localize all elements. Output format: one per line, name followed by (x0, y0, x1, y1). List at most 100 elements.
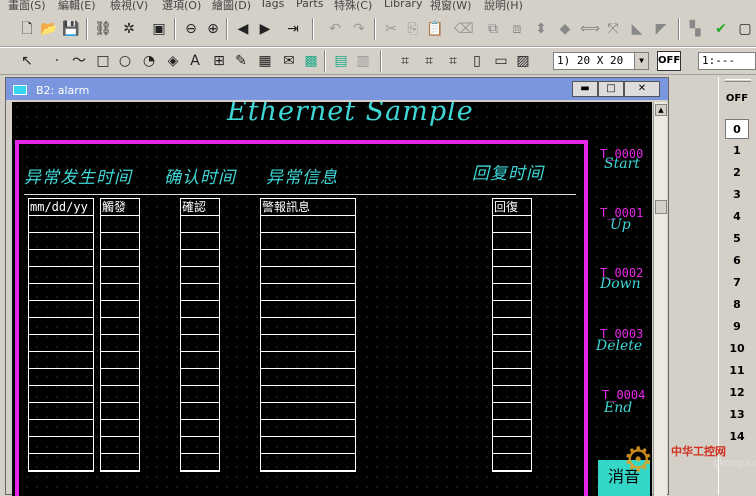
scroll-thumb[interactable] (655, 200, 667, 214)
window-icon[interactable]: ▢ (736, 20, 754, 38)
state-item[interactable]: 9 (725, 317, 749, 337)
object-data-icon[interactable]: ⌗ (444, 52, 462, 70)
copy-icon[interactable]: ⎘ (404, 20, 422, 38)
ratio-select[interactable]: 1:--- (698, 52, 756, 70)
end-button[interactable]: End (604, 400, 632, 416)
menu-tags[interactable]: Tags (260, 0, 284, 10)
zoom-out-icon[interactable]: ⊖ (182, 20, 200, 38)
menu-help[interactable]: 說明(H) (484, 0, 523, 13)
column-message[interactable]: 警報訊息 (260, 198, 356, 472)
zoom-in-icon[interactable]: ⊕ (204, 20, 222, 38)
column-confirm[interactable]: 確認 (180, 198, 220, 472)
object-image-icon[interactable]: ▨ (514, 52, 532, 70)
bring-front-icon[interactable]: ◣ (628, 20, 646, 38)
state-item[interactable]: 4 (725, 207, 749, 227)
menu-screen[interactable]: 畫面(S) (8, 0, 46, 13)
fill-icon[interactable]: ◈ (164, 52, 182, 70)
distribute-icon[interactable]: ⟺ (580, 20, 600, 38)
menu-parts[interactable]: Parts (296, 0, 323, 10)
state-item[interactable]: 13 (725, 405, 749, 425)
dot-icon[interactable]: · (48, 52, 66, 70)
screen-heading: Ethernet Sample (227, 102, 474, 127)
column-trigger[interactable]: 觸發 (100, 198, 140, 472)
state-item[interactable]: 10 (725, 339, 749, 359)
toolbar-separator (324, 50, 326, 72)
menu-special[interactable]: 特殊(C) (334, 0, 372, 13)
menu-view[interactable]: 檢視(V) (110, 0, 148, 13)
exit-icon[interactable]: ⇥ (284, 20, 302, 38)
send-back-icon[interactable]: ◤ (652, 20, 670, 38)
group-icon[interactable]: ⧉ (484, 20, 502, 38)
state-item[interactable]: 3 (725, 185, 749, 205)
new-file-icon[interactable]: 🗋 (18, 20, 36, 38)
menu-options[interactable]: 選項(O) (162, 0, 201, 13)
screen-canvas[interactable]: Ethernet Sample 异常发生时间 确认时间 异常信息 回复时间 mm… (12, 102, 652, 496)
state-item[interactable]: 0 (725, 119, 749, 139)
compile-icon[interactable]: ⛓ (94, 20, 112, 38)
off-toggle-button[interactable]: OFF (657, 51, 681, 71)
open-folder-icon[interactable]: 📂 (40, 20, 58, 38)
state-item[interactable]: 5 (725, 229, 749, 249)
paste-icon[interactable]: 📋 (426, 20, 444, 38)
watermark-url: gkong.com (713, 458, 756, 469)
scroll-up-icon[interactable]: ▲ (655, 104, 667, 116)
panel-grip[interactable] (725, 79, 751, 82)
grid-size-select[interactable]: 1) 20 X 20 ▼ (553, 52, 649, 70)
object-word-icon[interactable]: ⌗ (420, 52, 438, 70)
redo-icon[interactable]: ↷ (350, 20, 368, 38)
state-item[interactable]: 1 (725, 141, 749, 161)
menu-edit[interactable]: 編輯(E) (58, 0, 96, 13)
object-numeric-icon[interactable]: ▯ (468, 52, 486, 70)
bug-icon[interactable]: ✲ (120, 20, 138, 38)
pen-icon[interactable]: ✎ (232, 52, 250, 70)
ungroup-icon[interactable]: ⧈ (508, 20, 526, 38)
undo-icon[interactable]: ↶ (326, 20, 344, 38)
object-window-icon[interactable]: ▭ (492, 52, 510, 70)
column-recover[interactable]: 回復 (492, 198, 532, 472)
align-icon[interactable]: ⬍ (532, 20, 550, 38)
maximize-button[interactable]: □ (598, 81, 624, 97)
state-item[interactable]: 8 (725, 295, 749, 315)
state-item[interactable]: 2 (725, 163, 749, 183)
toolbar-separator (312, 18, 314, 40)
object-bit-icon[interactable]: ⌗ (396, 52, 414, 70)
window-titlebar[interactable]: B2: alarm ▬ □ ✕ (6, 78, 668, 100)
circle-icon[interactable]: ○ (116, 52, 134, 70)
flip-icon[interactable]: ⤧ (604, 20, 622, 38)
layer-icon[interactable]: ▚ (686, 20, 704, 38)
grid-size-value: 1) 20 X 20 (557, 54, 624, 67)
toolbar-separator (226, 18, 228, 40)
previous-screen-icon[interactable]: ◀ (234, 20, 252, 38)
next-screen-icon[interactable]: ▶ (256, 20, 274, 38)
envelope-icon[interactable]: ✉ (280, 52, 298, 70)
vertical-scrollbar[interactable]: ▲ (653, 102, 667, 496)
state-item[interactable]: 6 (725, 251, 749, 271)
column-date[interactable]: mm/dd/yy (28, 198, 94, 472)
cut-icon[interactable]: ✂ (382, 20, 400, 38)
align-center-icon[interactable]: ◆ (556, 20, 574, 38)
polyline-icon[interactable]: 〜 (70, 52, 88, 70)
screen-manager-icon[interactable]: ▣ (150, 20, 168, 38)
state-item[interactable]: 7 (725, 273, 749, 293)
arc-icon[interactable]: ◔ (140, 52, 158, 70)
rectangle-icon[interactable]: □ (94, 52, 112, 70)
component-icon[interactable]: ▤ (332, 52, 350, 70)
state-panel: OFF 0 1 2 3 4 5 6 7 8 9 10 11 12 13 14 (718, 77, 756, 495)
menu-draw[interactable]: 繪圖(D) (212, 0, 251, 13)
scale-icon[interactable]: ⊞ (210, 52, 228, 70)
state-item[interactable]: 11 (725, 361, 749, 381)
delete-icon[interactable]: ⌫ (454, 20, 474, 38)
state-off-label[interactable]: OFF (723, 93, 751, 104)
menu-window[interactable]: 視窗(W) (430, 0, 471, 13)
component-gray-icon[interactable]: ▥ (354, 52, 372, 70)
text-icon[interactable]: A (186, 52, 204, 70)
check-icon[interactable]: ✔ (712, 20, 730, 38)
save-icon[interactable]: 💾 (62, 20, 80, 38)
menu-library[interactable]: Library (384, 0, 422, 10)
bitmap-icon[interactable]: ▦ (256, 52, 274, 70)
select-arrow-icon[interactable]: ↖ (18, 52, 36, 70)
picture-icon[interactable]: ▩ (302, 52, 320, 70)
minimize-button[interactable]: ▬ (572, 81, 598, 97)
close-button[interactable]: ✕ (624, 81, 660, 97)
state-item[interactable]: 12 (725, 383, 749, 403)
